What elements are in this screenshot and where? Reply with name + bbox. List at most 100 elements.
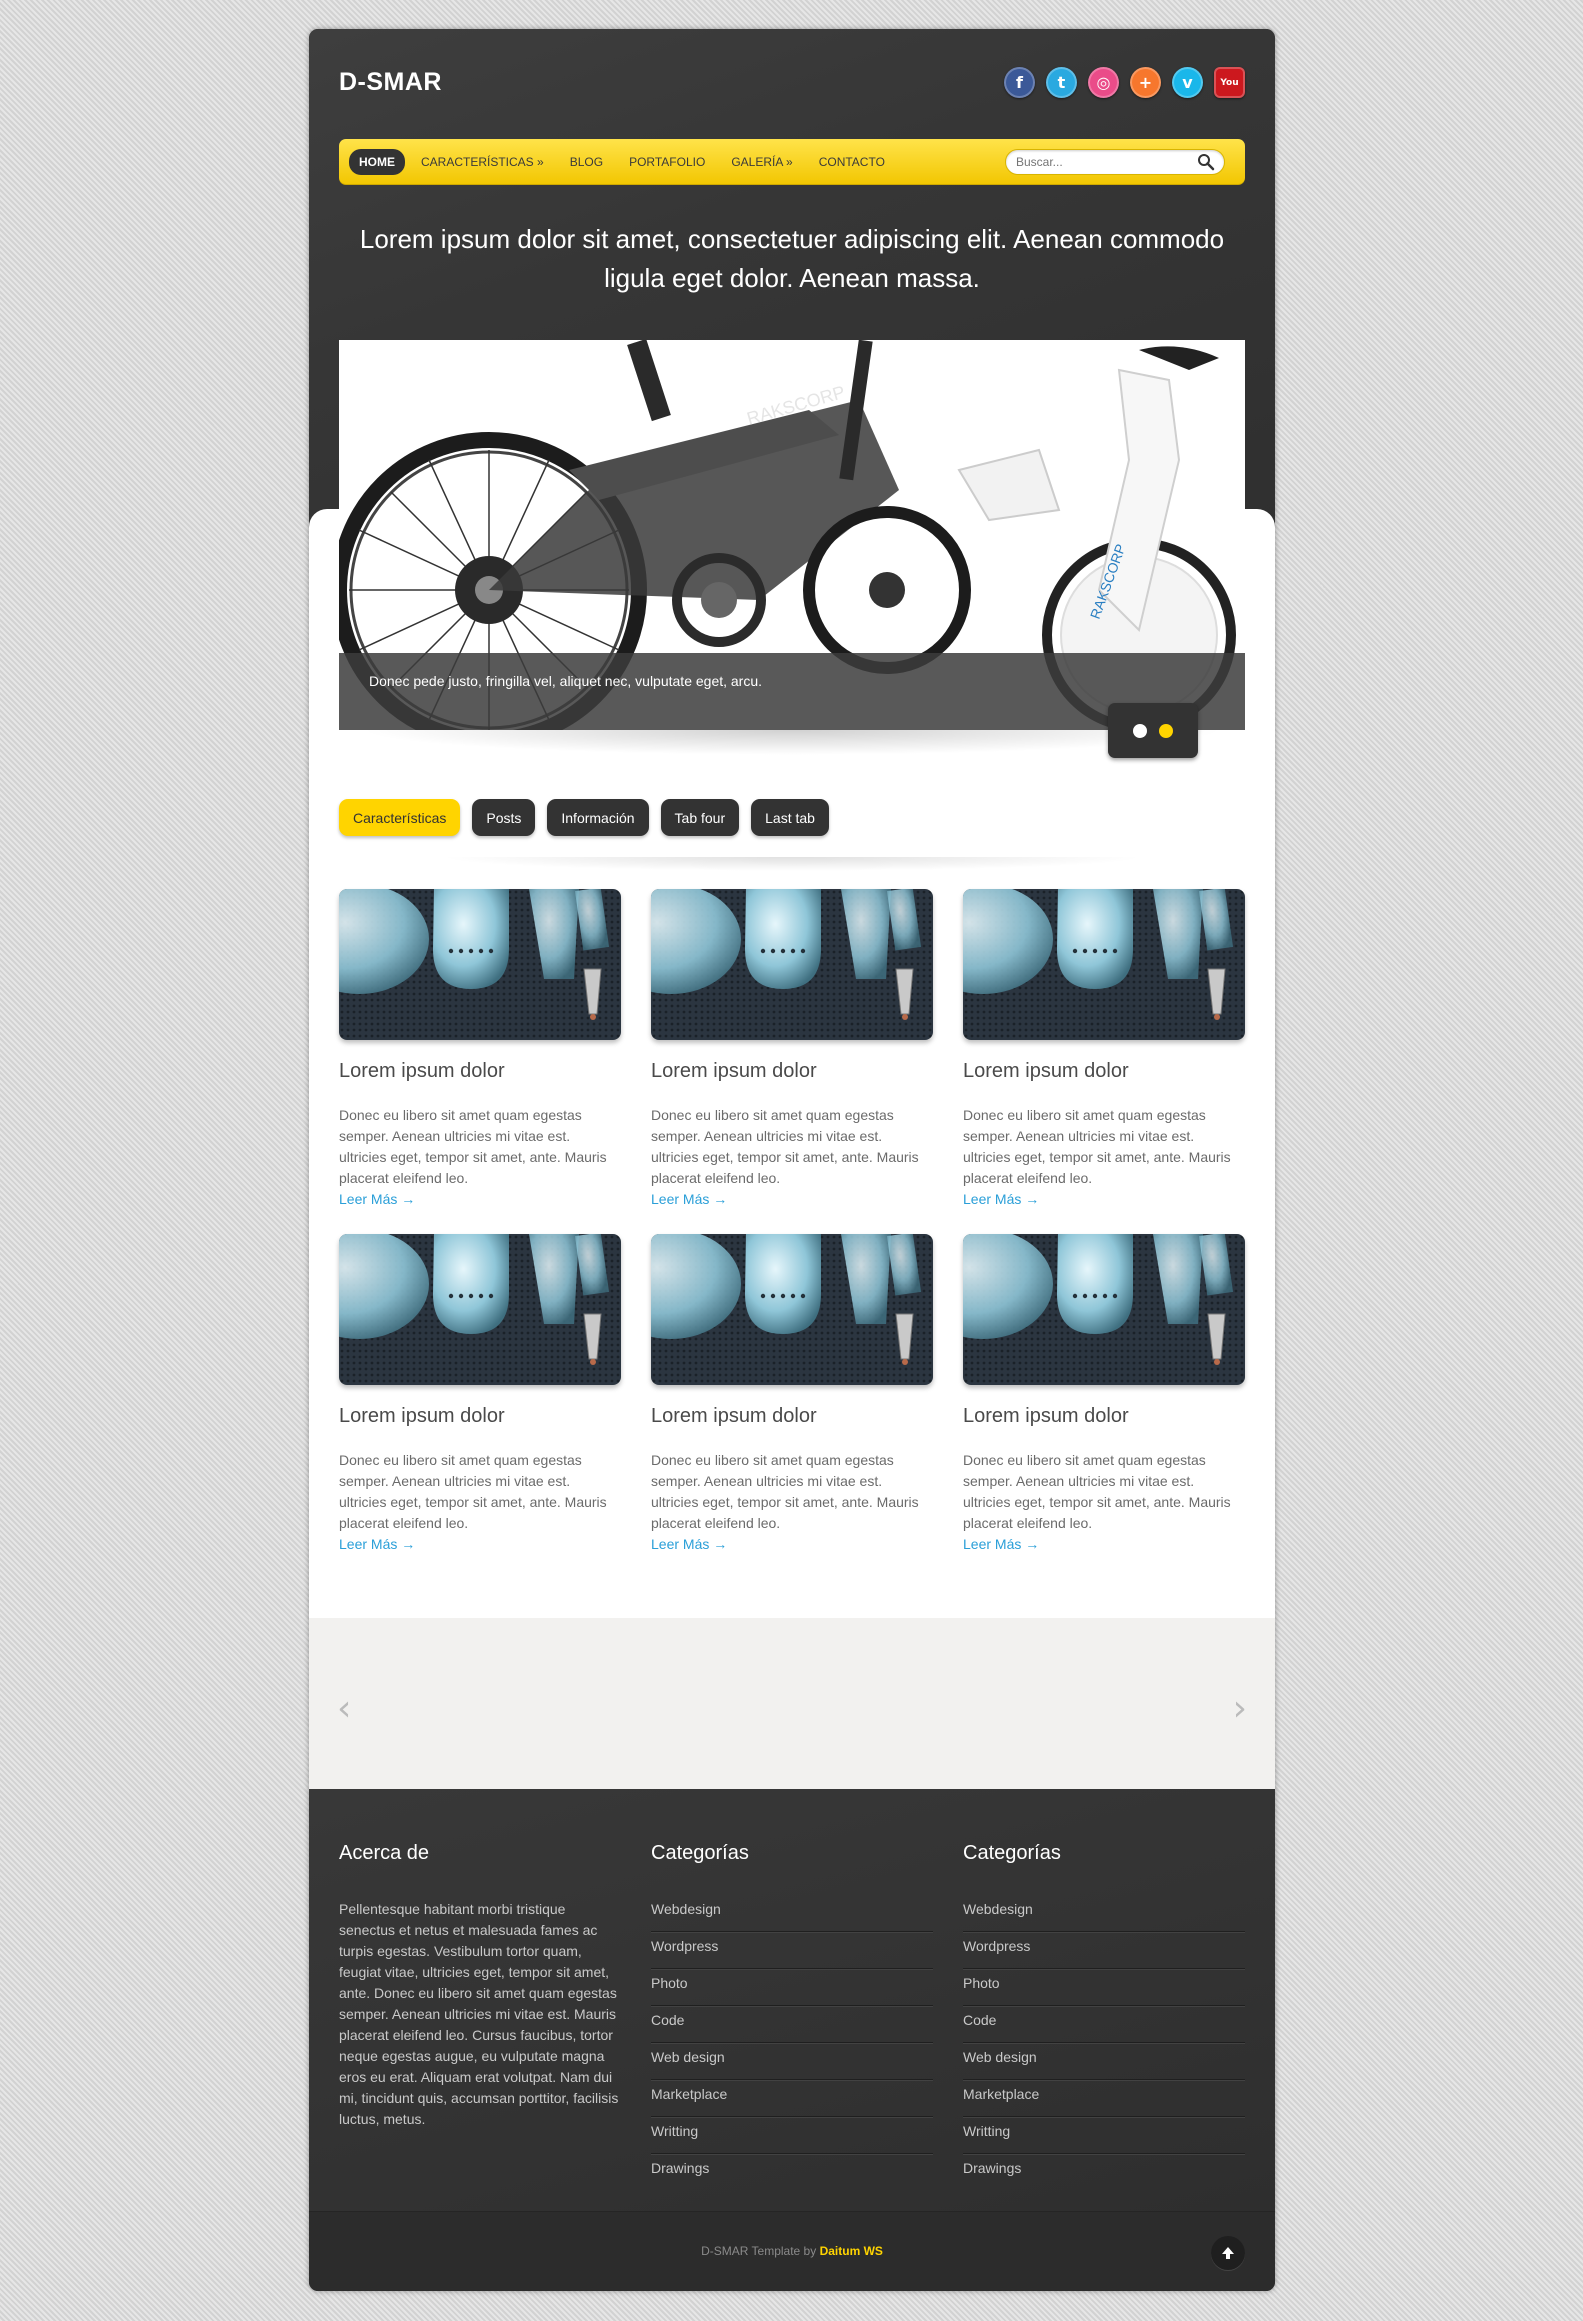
nav-item-contacto[interactable]: Contacto: [809, 149, 895, 175]
card-text: Donec eu libero sit amet quam egestas se…: [339, 1452, 607, 1531]
card-title[interactable]: Lorem ipsum dolor: [963, 1060, 1245, 1083]
card-thumbnail[interactable]: [339, 889, 621, 1040]
slider-dot-2[interactable]: [1159, 723, 1173, 738]
card: Lorem ipsum dolor Donec eu libero sit am…: [963, 1234, 1245, 1555]
page-wrapper: D-SMAR f t ◎ + v You Home Característica…: [309, 29, 1275, 2291]
footer-categories-1: Categorías Webdesign Wordpress Photo Cod…: [651, 1842, 933, 2191]
nav-item-galeria[interactable]: Galería »: [721, 149, 802, 175]
footer-about-title: Acerca de: [339, 1842, 430, 1864]
footer-about-text: Pellentesque habitant morbi tristique se…: [339, 1901, 619, 2127]
main-nav: Home Características » Blog Portafolio G…: [339, 139, 1245, 185]
category-link[interactable]: Photo: [963, 1969, 1245, 2006]
slider-dot-1[interactable]: [1133, 723, 1147, 738]
tab-last[interactable]: Last tab: [751, 799, 829, 836]
card-text: Donec eu libero sit amet quam egestas se…: [963, 1107, 1231, 1186]
card-text: Donec eu libero sit amet quam egestas se…: [339, 1107, 607, 1186]
card-text: Donec eu libero sit amet quam egestas se…: [651, 1452, 919, 1531]
card: Lorem ipsum dolor Donec eu libero sit am…: [651, 1234, 933, 1555]
arrow-up-icon: [1222, 2247, 1234, 2259]
card-title[interactable]: Lorem ipsum dolor: [339, 1405, 621, 1428]
carousel-prev-icon[interactable]: ‹: [337, 1688, 351, 1729]
earbuds-image: [963, 889, 1245, 1040]
bottom-bar: D-SMAR Template by Daitum WS: [309, 2211, 1275, 2291]
read-more-link[interactable]: Leer Más →: [651, 1189, 933, 1210]
site-logo[interactable]: D-SMAR: [339, 68, 442, 97]
card: Lorem ipsum dolor Donec eu libero sit am…: [963, 889, 1245, 1210]
card-title[interactable]: Lorem ipsum dolor: [651, 1405, 933, 1428]
earbuds-image: [651, 889, 933, 1040]
card-thumbnail[interactable]: [651, 889, 933, 1040]
tab-four[interactable]: Tab four: [660, 799, 740, 836]
category-link[interactable]: Web design: [963, 2043, 1245, 2080]
earbuds-image: [339, 1234, 621, 1385]
credit-prefix: D-SMAR Template by: [701, 2244, 817, 2258]
category-link[interactable]: Drawings: [963, 2154, 1245, 2191]
read-more-link[interactable]: Leer Más →: [339, 1189, 621, 1210]
card-title[interactable]: Lorem ipsum dolor: [651, 1060, 933, 1083]
tab-caracteristicas[interactable]: Características: [339, 799, 461, 836]
card-title[interactable]: Lorem ipsum dolor: [339, 1060, 621, 1083]
social-links: f t ◎ + v You: [1004, 67, 1245, 98]
card: Lorem ipsum dolor Donec eu libero sit am…: [339, 889, 621, 1210]
category-link[interactable]: Drawings: [651, 2154, 933, 2191]
category-link[interactable]: Webdesign: [963, 1895, 1245, 1932]
card-thumbnail[interactable]: [963, 1234, 1245, 1385]
footer: Acerca de Pellentesque habitant morbi tr…: [309, 1789, 1275, 2221]
nav-item-caracteristicas[interactable]: Características »: [411, 149, 554, 175]
read-more-link[interactable]: Leer Más →: [963, 1189, 1245, 1210]
card-thumbnail[interactable]: [339, 1234, 621, 1385]
category-link[interactable]: Photo: [651, 1969, 933, 2006]
tab-divider: [439, 857, 1145, 871]
tagline: Lorem ipsum dolor sit amet, consectetuer…: [359, 224, 1225, 293]
category-link[interactable]: Writting: [963, 2117, 1245, 2154]
earbuds-image: [651, 1234, 933, 1385]
google-plus-icon[interactable]: +: [1130, 67, 1161, 98]
content-tabs: Características Posts Información Tab fo…: [339, 799, 829, 836]
read-more-link[interactable]: Leer Más →: [651, 1534, 933, 1555]
card: Lorem ipsum dolor Donec eu libero sit am…: [651, 889, 933, 1210]
category-link[interactable]: Writting: [651, 2117, 933, 2154]
tab-informacion[interactable]: Información: [547, 799, 649, 836]
card-thumbnail[interactable]: [963, 889, 1245, 1040]
twitter-icon[interactable]: t: [1046, 67, 1077, 98]
category-link[interactable]: Marketplace: [963, 2080, 1245, 2117]
tab-posts[interactable]: Posts: [472, 799, 536, 836]
category-link[interactable]: Marketplace: [651, 2080, 933, 2117]
category-link[interactable]: Wordpress: [651, 1932, 933, 1969]
category-link[interactable]: Code: [651, 2006, 933, 2043]
vimeo-icon[interactable]: v: [1172, 67, 1203, 98]
youtube-icon[interactable]: You: [1214, 67, 1245, 98]
logo-carousel: ‹ ›: [309, 1618, 1275, 1790]
dribbble-icon[interactable]: ◎: [1088, 67, 1119, 98]
facebook-icon[interactable]: f: [1004, 67, 1035, 98]
card-text: Donec eu libero sit amet quam egestas se…: [963, 1452, 1231, 1531]
search-input[interactable]: [1005, 149, 1225, 175]
nav-item-blog[interactable]: Blog: [560, 149, 613, 175]
card-thumbnail[interactable]: [651, 1234, 933, 1385]
nav-item-portafolio[interactable]: Portafolio: [619, 149, 715, 175]
card: Lorem ipsum dolor Donec eu libero sit am…: [339, 1234, 621, 1555]
search-icon[interactable]: [1197, 153, 1215, 171]
footer-about: Acerca de Pellentesque habitant morbi tr…: [339, 1842, 621, 2130]
footer-categories-title: Categorías: [963, 1842, 1061, 1864]
category-link[interactable]: Wordpress: [963, 1932, 1245, 1969]
read-more-link[interactable]: Leer Más →: [339, 1534, 621, 1555]
back-to-top-button[interactable]: [1211, 2236, 1245, 2270]
card-title[interactable]: Lorem ipsum dolor: [963, 1405, 1245, 1428]
credit-brand-link[interactable]: Daitum WS: [820, 2244, 883, 2258]
carousel-next-icon[interactable]: ›: [1233, 1688, 1247, 1729]
slider-shadow: [359, 730, 1225, 755]
card-text: Donec eu libero sit amet quam egestas se…: [651, 1107, 919, 1186]
nav-item-home[interactable]: Home: [349, 149, 405, 175]
earbuds-image: [339, 889, 621, 1040]
footer-categories-title: Categorías: [651, 1842, 749, 1864]
category-link[interactable]: Webdesign: [651, 1895, 933, 1932]
earbuds-image: [963, 1234, 1245, 1385]
read-more-link[interactable]: Leer Más →: [963, 1534, 1245, 1555]
slider-pagination: [1108, 703, 1198, 758]
hero-slider[interactable]: RAKSCORP RAKSCORP Donec pede justo, frin…: [339, 340, 1245, 730]
category-link[interactable]: Code: [963, 2006, 1245, 2043]
credit-text: D-SMAR Template by Daitum WS: [309, 2244, 1275, 2258]
category-link[interactable]: Web design: [651, 2043, 933, 2080]
footer-categories-2: Categorías Webdesign Wordpress Photo Cod…: [963, 1842, 1245, 2191]
